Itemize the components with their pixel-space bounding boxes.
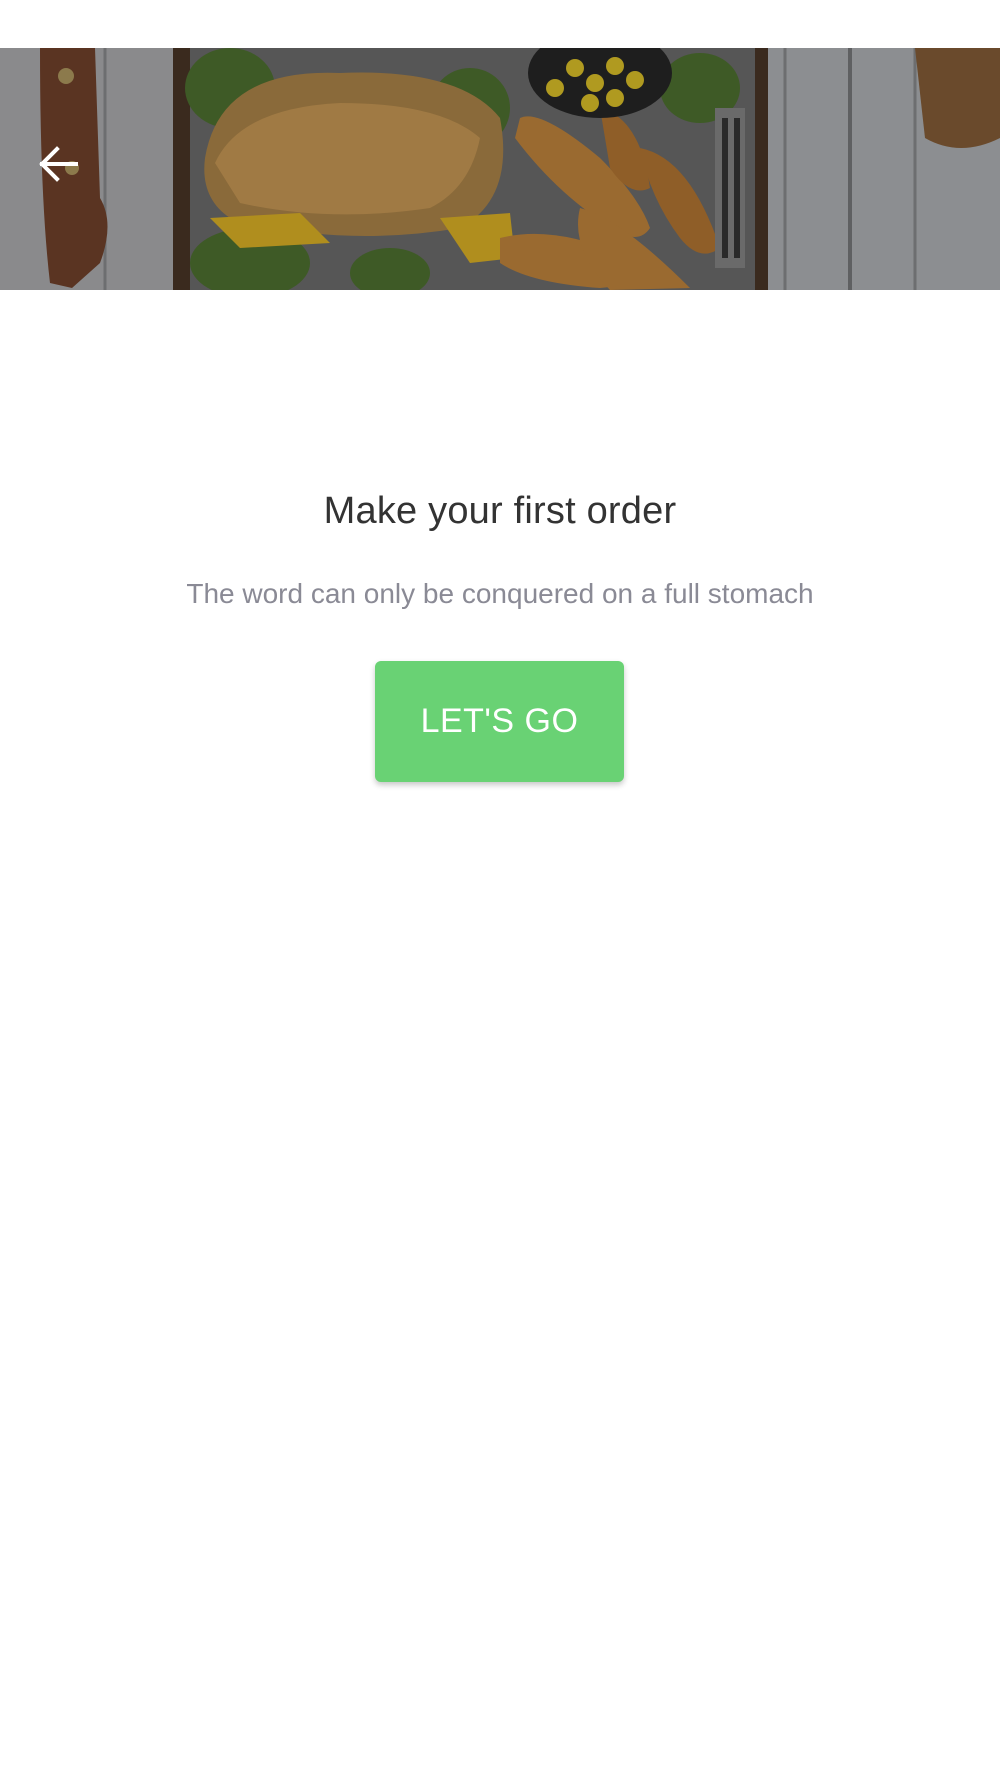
status-bar [0,0,1000,48]
onboarding-screen: Make your first order The word can only … [0,0,1000,1778]
page-title: Make your first order [323,490,677,532]
page-subtitle: The word can only be conquered on a full… [186,578,814,609]
lets-go-button[interactable]: LET'S GO [375,661,624,782]
back-button[interactable] [28,138,88,190]
arrow-left-icon [39,146,78,182]
hero-image [0,48,1000,290]
food-photo [0,48,1000,290]
